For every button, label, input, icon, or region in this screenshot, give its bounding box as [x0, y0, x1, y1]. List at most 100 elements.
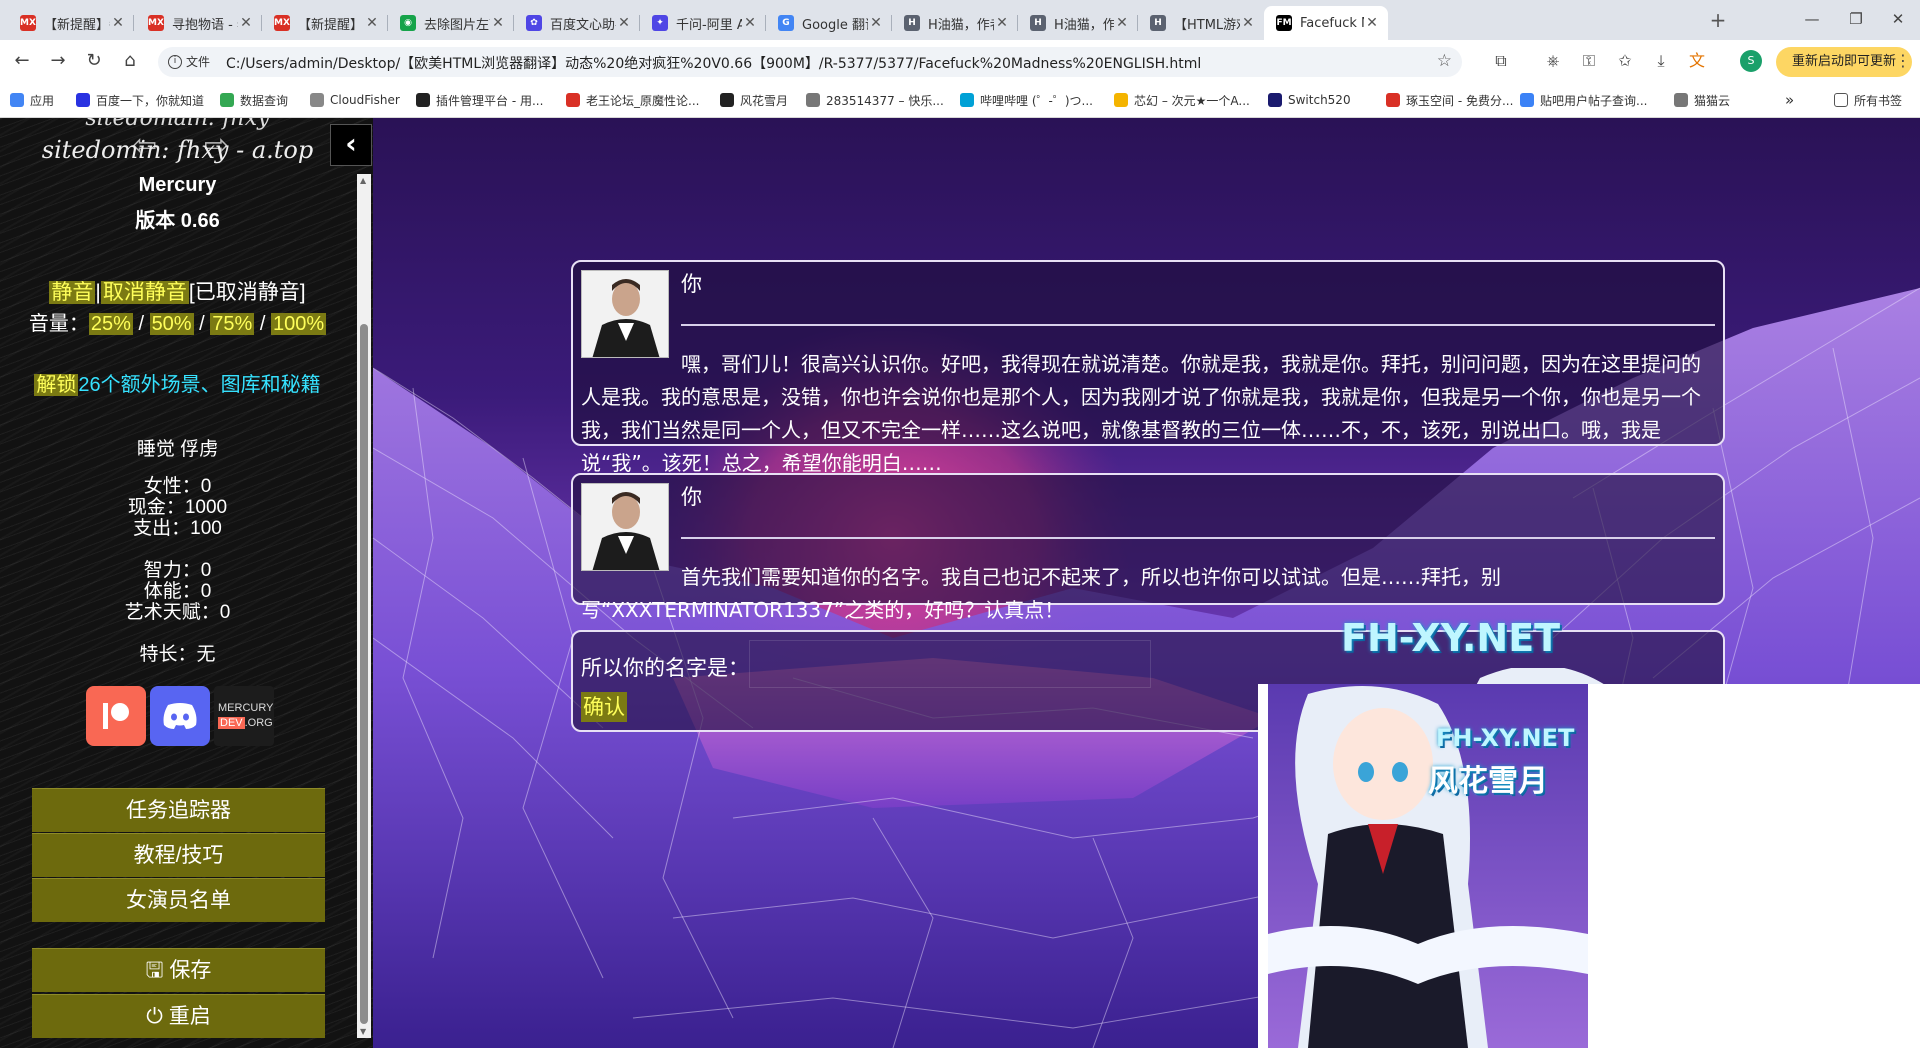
tab-close-icon[interactable]: ✕ — [490, 15, 506, 31]
dialogue-text: 嘿，哥们儿！很高兴认识你。好吧，我得现在就说清楚。你就是我，我就是你。拜托，别问… — [581, 352, 1701, 475]
tab-favicon-icon: ✿ — [526, 15, 542, 31]
scroll-down-arrow[interactable]: ▼ — [360, 1027, 366, 1036]
watermark-cn: 风花雪月 — [1428, 764, 1548, 799]
bookmark-item[interactable]: 283514377 – 快乐... — [806, 91, 944, 109]
tab-close-icon[interactable]: ✕ — [994, 15, 1010, 31]
tab-close-icon[interactable]: ✕ — [1240, 15, 1256, 31]
all-bookmarks-button[interactable]: 所有书签 — [1834, 91, 1902, 109]
browser-tab[interactable]: ◉ 去除图片左下角✕ — [388, 6, 514, 40]
password-key-icon[interactable]: ⚿ — [1578, 50, 1600, 72]
bookmark-item[interactable]: 琢玉空间 - 免费分... — [1386, 91, 1513, 109]
bookmark-favicon-icon — [1520, 93, 1534, 107]
unmute-link[interactable]: 取消静音 — [100, 281, 189, 304]
bookmark-item[interactable]: 老王论坛_原魔性论... — [566, 91, 699, 109]
tab-close-icon[interactable]: ✕ — [742, 15, 758, 31]
tab-close-icon[interactable]: ✕ — [616, 15, 632, 31]
actress-list-button[interactable]: 女演员名单 — [32, 878, 325, 922]
patreon-link[interactable] — [86, 686, 146, 746]
cast-icon[interactable]: ⎈ — [1542, 50, 1564, 72]
browser-tab[interactable]: MX 【新提醒】每日✕ — [8, 6, 134, 40]
discord-icon — [163, 703, 197, 729]
reload-button[interactable]: ↻ — [82, 49, 106, 73]
save-button[interactable]: 🖫 保存 — [32, 948, 325, 992]
name-prompt-label: 所以你的名字是： — [581, 656, 749, 680]
extensions-icon[interactable]: ⧉ — [1490, 50, 1512, 72]
scrollbar-thumb[interactable] — [360, 324, 368, 1024]
unlock-link[interactable]: 解锁 — [34, 374, 79, 396]
browser-tab[interactable]: ✦ 千问-阿里 AI 新✕ — [640, 6, 766, 40]
bookmark-item[interactable]: 插件管理平台 - 用... — [416, 91, 543, 109]
social-links: MERCURY DEV .ORG — [86, 686, 274, 746]
restart-game-button[interactable]: ⏻ 重启 — [32, 994, 325, 1038]
confirm-button[interactable]: 确认 — [581, 692, 627, 722]
tab-close-icon[interactable]: ✕ — [238, 15, 254, 31]
scroll-up-arrow[interactable]: ▲ — [360, 176, 366, 185]
download-icon[interactable]: ⤓ — [1650, 50, 1672, 72]
tab-close-icon[interactable]: ✕ — [110, 15, 126, 31]
tutorial-tips-button[interactable]: 教程/技巧 — [32, 833, 325, 877]
url-text[interactable]: C:/Users/admin/Desktop/【欧美HTML浏览器翻译】动态%2… — [226, 53, 1201, 73]
restore-button[interactable]: ❐ — [1836, 8, 1876, 32]
tab-separator — [133, 15, 134, 31]
tab-close-icon[interactable]: ✕ — [868, 15, 884, 31]
dialogue-text: 首先我们需要知道你的名字。我自己也记不起来了，所以也许你可以试试。但是……拜托，… — [581, 565, 1501, 622]
browser-tab[interactable]: H H油猫，作者快✕ — [892, 6, 1018, 40]
tab-close-icon[interactable]: ✕ — [1364, 15, 1380, 31]
discord-link[interactable] — [150, 686, 210, 746]
volume-sep: / — [193, 313, 211, 335]
browser-tab[interactable]: H H油猫，作者快✕ — [1018, 6, 1138, 40]
minimize-button[interactable]: — — [1792, 8, 1832, 32]
more-menu-icon[interactable]: ⋮ — [1892, 50, 1914, 72]
bookmark-label: 插件管理平台 - 用... — [436, 93, 544, 108]
bookmark-item[interactable]: 百度一下，你就知道 — [76, 91, 204, 109]
new-tab-button[interactable]: + — [1706, 9, 1730, 33]
tab-title: Facefuck Madness — [1300, 15, 1364, 31]
bookmark-item[interactable]: 风花雪月 — [720, 91, 788, 109]
sidebar-collapse-button[interactable]: ‹ — [330, 124, 372, 166]
forward-button[interactable]: → — [46, 49, 70, 73]
bookmark-item[interactable]: 哔哩哔哩 (゜-゜)つ... — [960, 91, 1093, 109]
stat-women: 女性：0 — [143, 476, 212, 497]
tab-close-icon[interactable]: ✕ — [1114, 15, 1130, 31]
volume-75[interactable]: 75% — [210, 313, 255, 335]
info-icon: i — [168, 54, 182, 69]
volume-50[interactable]: 50% — [149, 313, 194, 335]
mercury-dev-link[interactable]: MERCURY DEV .ORG — [214, 686, 274, 746]
bookmark-star-icon[interactable]: ☆ — [1437, 51, 1452, 71]
bookmark-item[interactable]: Switch520 — [1268, 91, 1351, 109]
bookmark-favicon-icon — [720, 93, 734, 107]
browser-tab[interactable]: MX 寻抱物语 - 老王✕ — [136, 6, 262, 40]
quest-tracker-button[interactable]: 任务追踪器 — [32, 788, 325, 832]
tab-close-icon[interactable]: ✕ — [364, 15, 380, 31]
bookmark-item[interactable]: 数据查询 — [220, 91, 288, 109]
favorites-icon[interactable]: ✩ — [1614, 50, 1636, 72]
bookmark-item[interactable]: CloudFisher — [310, 91, 400, 109]
translate-icon[interactable]: 文 — [1686, 50, 1708, 72]
sidebar-scrollbar[interactable]: ▲ ▼ — [357, 174, 371, 1038]
browser-tab[interactable]: H 【HTML游戏/后✕ — [1138, 6, 1264, 40]
bookmark-item[interactable]: 应用 — [10, 91, 54, 109]
folder-icon — [1834, 93, 1848, 107]
browser-tab[interactable]: FM Facefuck Madness✕ — [1264, 6, 1388, 40]
mute-link[interactable]: 静音 — [49, 281, 96, 304]
profile-avatar[interactable]: S — [1740, 50, 1762, 72]
name-input[interactable] — [749, 640, 1151, 688]
volume-100[interactable]: 100% — [270, 313, 327, 335]
back-button[interactable]: ← — [10, 49, 34, 73]
tab-favicon-icon: H — [1030, 15, 1046, 31]
bookmarks-more-button[interactable]: » — [1785, 91, 1794, 109]
site-info-chip[interactable]: i 文件 — [168, 53, 210, 70]
bookmark-item[interactable]: 贴吧用户帖子查询... — [1520, 91, 1647, 109]
bookmark-item[interactable]: 芯幻 – 次元★一个A... — [1114, 91, 1250, 109]
close-window-button[interactable]: ✕ — [1878, 8, 1918, 32]
browser-tab[interactable]: MX 【新提醒】[PC✕ — [262, 6, 388, 40]
speaker-name: 你 — [681, 272, 702, 296]
unlock-description[interactable]: 26个额外场景、图库和秘籍 — [78, 374, 320, 396]
bookmark-favicon-icon — [960, 93, 974, 107]
volume-25[interactable]: 25% — [88, 313, 133, 335]
home-button[interactable]: ⌂ — [118, 49, 142, 73]
browser-tab[interactable]: G Google 翻译✕ — [766, 6, 892, 40]
bookmark-item[interactable]: 猫猫云 — [1674, 91, 1730, 109]
browser-tab[interactable]: ✿ 百度文心助手 -✕ — [514, 6, 640, 40]
address-bar[interactable]: i 文件 C:/Users/admin/Desktop/【欧美HTML浏览器翻译… — [158, 47, 1462, 77]
